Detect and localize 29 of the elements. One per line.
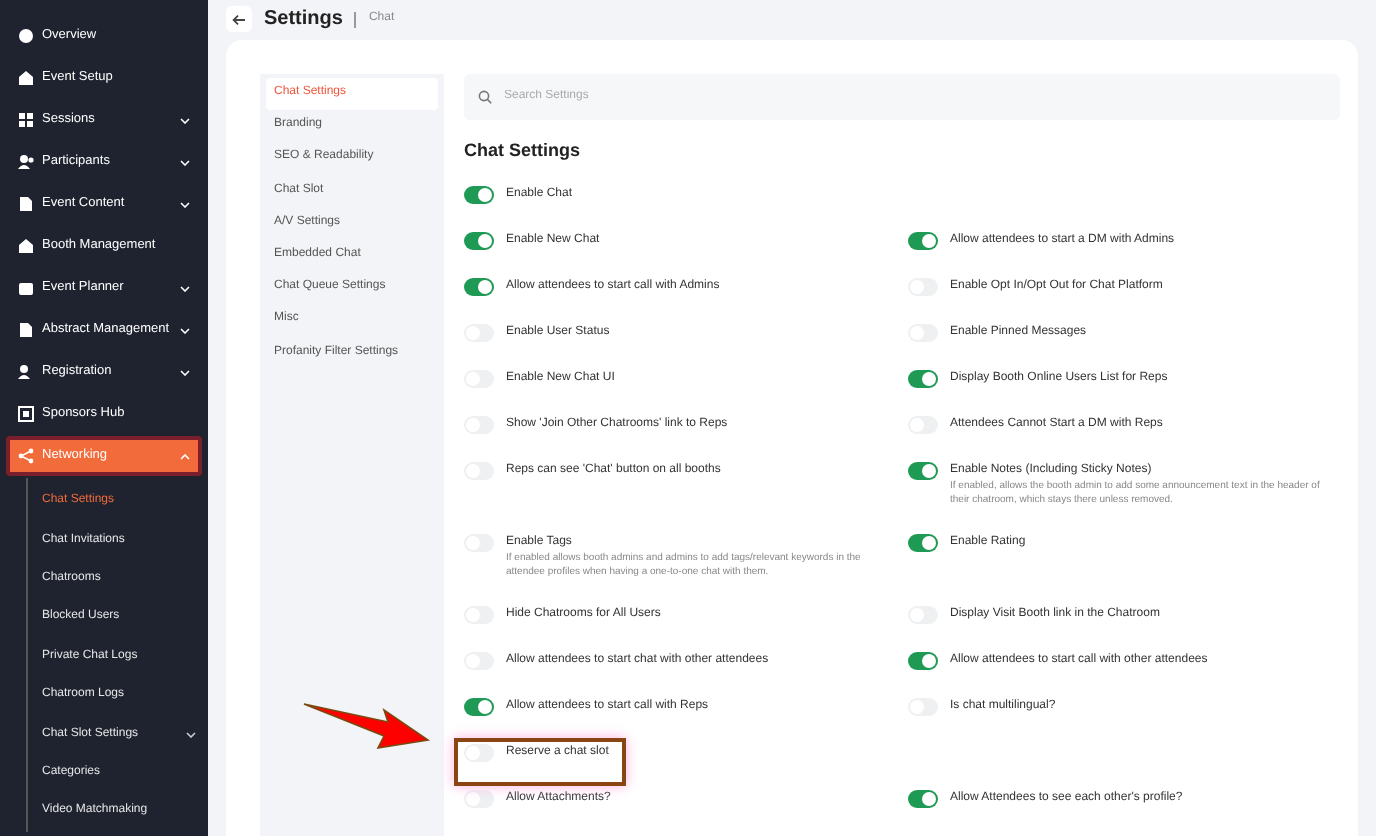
toggle-switch[interactable] <box>464 278 494 296</box>
toggle-switch[interactable] <box>908 462 938 480</box>
annotation-arrow <box>300 698 432 752</box>
toggle-switch[interactable] <box>464 232 494 250</box>
menu-icon <box>18 364 34 380</box>
section-title: Chat Settings <box>464 137 583 164</box>
toggle-switch[interactable] <box>464 698 494 716</box>
menu-icon <box>18 280 34 296</box>
search-icon <box>478 89 492 103</box>
page-title: Settings <box>264 6 343 35</box>
toggle-switch[interactable] <box>908 232 938 250</box>
menu-icon <box>18 70 34 86</box>
toggle-switch[interactable] <box>464 790 494 808</box>
toggle-switch[interactable] <box>908 652 938 670</box>
menu-icon <box>18 238 34 254</box>
toggle-switch[interactable] <box>464 744 494 762</box>
toggle-switch[interactable] <box>908 534 938 552</box>
menu-icon <box>18 406 34 422</box>
toggle-switch[interactable] <box>908 790 938 808</box>
menu-icon <box>18 196 34 212</box>
back-arrow-icon <box>232 13 246 26</box>
menu-icon <box>18 322 34 338</box>
back-button[interactable] <box>226 6 252 33</box>
menu-icon <box>18 28 34 44</box>
toggle-switch[interactable] <box>908 370 938 388</box>
menu-icon <box>18 154 34 170</box>
menu-icon <box>18 448 34 464</box>
menu-icon <box>18 112 34 128</box>
toggle-switch[interactable] <box>464 186 494 204</box>
